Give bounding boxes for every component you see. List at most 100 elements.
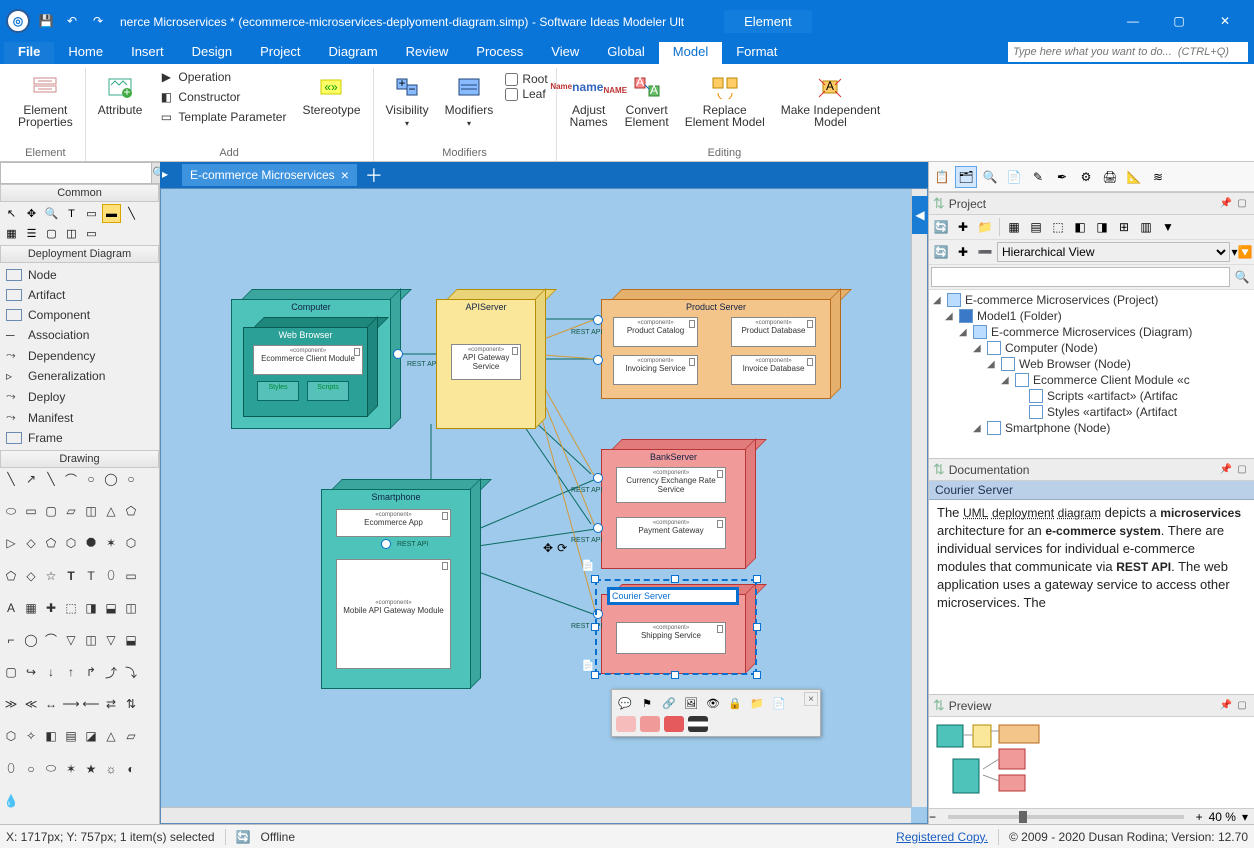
stereotype-button[interactable]: «» Stereotype [298, 68, 364, 120]
resize-handle[interactable] [591, 575, 599, 583]
panel-btn-edit[interactable]: ✎ [1027, 166, 1049, 188]
resize-handle[interactable] [591, 623, 599, 631]
ctx-eye-icon[interactable]: 👁 [704, 694, 722, 712]
close-panel-icon[interactable]: ▢ [1234, 197, 1250, 211]
tab-insert[interactable]: Insert [117, 42, 178, 64]
toolbox-search[interactable]: 🔍 [0, 162, 159, 184]
shape-deploy[interactable]: ⤳Deploy [2, 386, 157, 407]
name-editor-input[interactable]: Courier Server [609, 589, 737, 603]
tab-format[interactable]: Format [722, 42, 791, 64]
collapse-right-icon[interactable]: ◀ [912, 196, 928, 234]
port[interactable] [593, 355, 603, 365]
modifiers-button[interactable]: Modifiers▾ [441, 68, 498, 134]
pin-icon[interactable]: 📌 [1218, 699, 1234, 713]
node-computer[interactable]: Computer Web Browser «component» Ecommer… [231, 289, 401, 429]
move-icon[interactable]: ✥ [543, 541, 553, 555]
grip-icon[interactable]: ⇅ [933, 461, 945, 478]
panel-btn-doc[interactable]: 📄 [1003, 166, 1025, 188]
tab-view[interactable]: View [537, 42, 593, 64]
component-product-catalog[interactable]: «component»Product Catalog [613, 317, 698, 347]
component-ecm[interactable]: «component» Ecommerce Client Module [253, 345, 363, 375]
close-toolbar-icon[interactable]: × [804, 692, 818, 706]
tb-del[interactable]: ➖ [975, 242, 995, 262]
panel-btn-settings[interactable]: ⚙ [1075, 166, 1097, 188]
resize-handle[interactable] [753, 671, 761, 679]
node-smartphone[interactable]: Smartphone «component»Ecommerce App «com… [321, 479, 481, 689]
tab-design[interactable]: Design [178, 42, 246, 64]
component-product-db[interactable]: «component»Product Database [731, 317, 816, 347]
tb-b8[interactable]: ▼ [1158, 217, 1178, 237]
text-tool[interactable]: T [62, 204, 81, 223]
zoom-slider[interactable] [948, 815, 1184, 819]
port[interactable] [593, 609, 603, 619]
group-tool[interactable]: ▢ [42, 224, 61, 243]
tab-process[interactable]: Process [462, 42, 537, 64]
component-mobile-gw[interactable]: «component»Mobile API Gateway Module [336, 559, 451, 669]
collapse-icon[interactable]: ▸ [162, 167, 178, 183]
pin-icon[interactable]: 📌 [1218, 463, 1234, 477]
port[interactable] [381, 539, 391, 549]
artifact-styles[interactable]: Styles [257, 381, 299, 401]
diagram-tab[interactable]: E-commerce Microservices× [182, 164, 357, 186]
tell-me-search[interactable] [1008, 42, 1248, 62]
tab-diagram[interactable]: Diagram [315, 42, 392, 64]
grip-icon[interactable]: ⇅ [933, 195, 945, 212]
tb-refresh[interactable]: 🔄 [931, 217, 951, 237]
panel-btn-search[interactable]: 🔍 [979, 166, 1001, 188]
redo-icon[interactable]: ↷ [88, 11, 108, 31]
ctx-image-icon[interactable]: 🖼 [682, 694, 700, 712]
context-tab-element[interactable]: Element [724, 10, 812, 33]
tab-review[interactable]: Review [392, 42, 463, 64]
close-panel-icon[interactable]: ▢ [1234, 699, 1250, 713]
fill-style-icon[interactable] [688, 716, 708, 732]
ctx-comment-icon[interactable]: 💬 [616, 694, 634, 712]
tb-folder[interactable]: 📁 [975, 217, 995, 237]
replace-model-button[interactable]: Replace Element Model [681, 68, 769, 132]
ctx-lock-icon[interactable]: 🔒 [726, 694, 744, 712]
zoom-tool[interactable]: 🔍 [42, 204, 61, 223]
shape-association[interactable]: ─Association [2, 325, 157, 345]
close-tab-icon[interactable]: × [341, 167, 349, 183]
resize-handle[interactable] [671, 575, 679, 583]
component-api-gw[interactable]: «component» API Gateway Service [451, 344, 521, 380]
color-swatch[interactable] [616, 716, 636, 732]
panel-btn-tree[interactable]: 🗂 [955, 166, 977, 188]
node-bank-server[interactable]: BankServer «component»Currency Exchange … [601, 439, 756, 569]
component-shipping[interactable]: «component»Shipping Service [616, 622, 726, 654]
node-web-browser[interactable]: Web Browser «component» Ecommerce Client… [243, 317, 378, 417]
close-panel-icon[interactable]: ▢ [1234, 463, 1250, 477]
shape-dependency[interactable]: ⤳Dependency [2, 345, 157, 366]
tab-global[interactable]: Global [593, 42, 659, 64]
tb-b1[interactable]: ▦ [1004, 217, 1024, 237]
shape-component[interactable]: Component [2, 305, 157, 325]
toolbox-search-input[interactable] [1, 163, 151, 183]
zoom-dropdown-icon[interactable]: ▾ [1242, 810, 1248, 824]
canvas-scrollbar-h[interactable] [161, 807, 911, 823]
panel-btn-project[interactable]: 📋 [931, 166, 953, 188]
rotate-icon[interactable]: ⟳ [557, 541, 567, 555]
note-anchor-icon[interactable]: 📄 [581, 659, 595, 672]
element-properties-button[interactable]: Element Properties [14, 68, 77, 132]
pointer-tool[interactable]: ↖ [2, 204, 21, 223]
tb-b5[interactable]: ◨ [1092, 217, 1112, 237]
shape-frame[interactable]: Frame [2, 428, 157, 448]
container-tool[interactable]: ▦ [2, 224, 21, 243]
pin-icon[interactable]: 📌 [1218, 197, 1234, 211]
artifact-scripts[interactable]: Scripts [307, 381, 349, 401]
tb-add2[interactable]: ✚ [953, 242, 973, 262]
color-swatch[interactable] [640, 716, 660, 732]
minimize-button[interactable]: — [1110, 6, 1156, 36]
visibility-button[interactable]: +−Visibility▾ [382, 68, 433, 134]
view-mode-select[interactable]: Hierarchical View [997, 242, 1230, 262]
node-product-server[interactable]: Product Server «component»Product Catalo… [601, 289, 841, 399]
tb-refresh2[interactable]: 🔄 [931, 242, 951, 262]
line-tool[interactable]: ╲ [122, 204, 141, 223]
rect-tool[interactable]: ▭ [82, 224, 101, 243]
panel-btn-format[interactable]: 📐 [1123, 166, 1145, 188]
list-tool[interactable]: ☰ [22, 224, 41, 243]
attribute-button[interactable]: + Attribute [94, 68, 147, 120]
tab-project[interactable]: Project [246, 42, 314, 64]
color-swatch[interactable] [664, 716, 684, 732]
filter-icon[interactable]: ▾🔽 [1232, 242, 1252, 262]
tb-b4[interactable]: ◧ [1070, 217, 1090, 237]
